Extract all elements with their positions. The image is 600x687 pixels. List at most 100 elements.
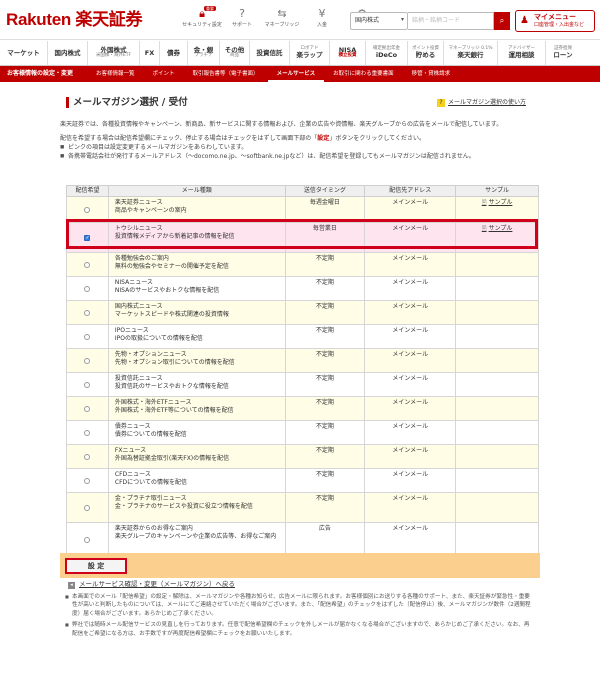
mail-type-cell: FXニュース 外国為替証拠金取引(楽天FX)の情報を配信 [107, 444, 286, 469]
timing-cell: 不定期 [284, 348, 366, 373]
back-link[interactable]: ◂ メールサービス確認・変更（メールマガジン）へ戻る [68, 580, 235, 589]
gnav-item-ideco[interactable]: 確定拠出年金 iDeCo [366, 41, 408, 65]
timing-cell: 不定期 [284, 300, 366, 325]
opt-in-cell [66, 492, 109, 523]
tab-points[interactable]: ポイント [144, 66, 184, 82]
tab-important-documents[interactable]: お取引に関わる重要書面 [324, 66, 403, 82]
sample-cell [455, 492, 539, 523]
instruction-prefix: 配信を希望する場合は配信希望欄にチェック、停止する場合はチェックをはずして画面下… [60, 134, 318, 142]
sample-cell [455, 396, 539, 421]
help-link[interactable]: ? メールマガジン選択の使い方 [437, 99, 526, 107]
gnav-label: 投資信託 [256, 48, 283, 57]
intro-paragraph: 楽天証券では、各種投資情報やキャンペーン、新商品、新サービスに関する情報および、… [60, 121, 503, 128]
table-row: ✓ トウシルニュース 投資情報メディアから新着記事の情報を配信 毎営業日 メインメール 🗎… [66, 222, 539, 253]
mymenu-label: マイメニュー [534, 13, 576, 21]
gnav-label: マーケット [7, 48, 40, 57]
mail-type-name: 外国株式・海外ETFニュース [114, 399, 192, 406]
gnav-item-rakuwrap[interactable]: ロボアド 楽ラップ [290, 41, 330, 65]
tab-transfer[interactable]: 移管・貸株請求 [403, 66, 460, 82]
opt-in-checkbox[interactable] [84, 207, 91, 214]
sample-link[interactable]: 🗎︎ サンプル [482, 225, 513, 232]
mail-type-cell: CFDニュース CFDについての情報を配信 [107, 468, 286, 493]
opt-in-checkbox[interactable] [84, 505, 91, 512]
mail-type-name: NISAニュース [114, 279, 153, 286]
opt-in-checkbox[interactable] [84, 430, 91, 437]
sample-link[interactable]: 🗎︎ サンプル [482, 199, 513, 206]
opt-in-checkbox[interactable] [84, 536, 91, 543]
opt-in-checkbox[interactable] [84, 406, 91, 413]
opt-in-checkbox[interactable] [84, 454, 91, 461]
instruction-highlight: 設定 [317, 134, 330, 142]
timing-cell: 不定期 [284, 276, 366, 301]
sub-nav: お客様情報の設定・変更 お客様情報一覧 ポイント 取引報告書等（電子書面） メー… [0, 66, 600, 82]
security-settings-link[interactable]: 🔒︎ 重要 セキュリティ設定 [182, 6, 222, 28]
gnav-item-points[interactable]: ポイント投資 貯める [408, 41, 444, 65]
rakuten-logo[interactable]: Rakuten 楽天証券 [6, 9, 143, 30]
gnav-item-money-bridge[interactable]: マネーブリッジ 0.1% 楽天銀行 [444, 41, 498, 65]
tab-customer-info[interactable]: お客様情報一覧 [87, 66, 144, 82]
gnav-item-other[interactable]: その他 商品 [220, 41, 250, 65]
col-header: メール種類 [107, 185, 286, 197]
table-row: 各種勉強会のご案内 無料の勉強会やセミナーの開催予定を配信 不定期 メインメール [66, 252, 539, 277]
money-bridge-label: マネーブリッジ [264, 22, 300, 28]
gnav-item-gold[interactable]: 金・銀 プラチナ [188, 41, 220, 65]
search-input[interactable]: 銘柄・銘柄コード [408, 12, 494, 30]
intro-text: 楽天証券では、各種投資情報やキャンペーン、新商品、新サービスに関する情報および、… [60, 121, 540, 162]
opt-in-checkbox[interactable] [84, 382, 91, 389]
opt-in-checkbox[interactable] [84, 334, 91, 341]
search-scope-select[interactable]: 国内株式 ▾ [350, 12, 408, 30]
mail-type-cell: 債券ニュース 債券についての情報を配信 [107, 420, 286, 445]
support-link[interactable]: ? サポート [222, 6, 262, 28]
gnav-item-market[interactable]: マーケット [0, 41, 48, 65]
mymenu-button[interactable]: ♟ マイメニュー 口座管理・入出金など [515, 10, 595, 32]
search-button[interactable]: ⌕ [494, 12, 510, 30]
tab-mail-service[interactable]: メールサービス [267, 66, 325, 82]
address-cell: メインメール [364, 300, 457, 325]
mail-type-desc: NISAのサービスやおトクな情報を配信 [114, 287, 220, 295]
opt-in-checkbox[interactable] [84, 478, 91, 485]
gnav-label: iDeCo [375, 50, 398, 59]
help-icon: ? [437, 99, 445, 107]
gnav-item-bond[interactable]: 債券 [160, 41, 188, 65]
gnav-label: 楽ラップ [296, 50, 323, 59]
gnav-item-nisa[interactable]: NISA 積立投資 [330, 41, 366, 65]
bridge-icon: ⇆ [277, 7, 287, 20]
gnav-item-domestic-stock[interactable]: 国内株式 [48, 41, 88, 65]
gnav-item-fx[interactable]: FX [140, 41, 160, 65]
gnav-item-fund[interactable]: 投資信託 [250, 41, 290, 65]
chevron-down-icon: ▾ [400, 16, 404, 23]
mail-type-name: 先物・オプションニュース [114, 351, 187, 358]
sample-cell [455, 372, 539, 397]
opt-in-checkbox[interactable] [84, 262, 91, 269]
gnav-item-loan[interactable]: 証券担保 ローン [546, 41, 580, 65]
opt-in-checkbox[interactable]: ✓ [84, 235, 91, 242]
opt-in-checkbox[interactable] [84, 358, 91, 365]
deposit-link[interactable]: ¥ 入金 [302, 6, 342, 28]
sample-cell [455, 468, 539, 493]
address-cell: メインメール [364, 252, 457, 277]
opt-in-cell [66, 348, 109, 373]
mail-type-desc: 外国為替証拠金取引(楽天FX)の情報を配信 [114, 455, 230, 463]
arrow-left-icon: ◂ [68, 582, 75, 589]
opt-in-checkbox[interactable] [84, 286, 91, 293]
money-bridge-link[interactable]: ⇆ マネーブリッジ [262, 6, 302, 28]
mail-type-name: 各種勉強会のご案内 [114, 255, 169, 262]
set-button[interactable]: 設 定 [65, 558, 127, 574]
gnav-item-foreign-stock[interactable]: 外国株式 米国株・海外ETF [88, 41, 140, 65]
opt-in-checkbox[interactable] [84, 310, 91, 317]
gnav-item-advisor[interactable]: アドバイザー 運用相談 [498, 41, 546, 65]
mail-type-name: 楽天証券ニュース [114, 199, 163, 206]
mail-type-cell: IPOニュース IPOの取扱についての情報を配信 [107, 324, 286, 349]
mail-type-cell: 各種勉強会のご案内 無料の勉強会やセミナーの開催予定を配信 [107, 252, 286, 277]
sample-cell [455, 252, 539, 277]
mail-type-desc: 外国株式・海外ETF等についての情報を配信 [114, 407, 234, 415]
important-badge: 重要 [204, 6, 216, 11]
tab-e-documents[interactable]: 取引報告書等（電子書面） [184, 66, 268, 82]
col-header: 送信タイミング [284, 185, 366, 197]
timing-cell: 不定期 [284, 372, 366, 397]
table-row: CFDニュース CFDについての情報を配信 不定期 メインメール [66, 468, 539, 493]
table-header-row: 配信希望 メール種類 送信タイミング 配信先アドレス サンプル [66, 185, 539, 197]
opt-in-cell [66, 324, 109, 349]
table-row: FXニュース 外国為替証拠金取引(楽天FX)の情報を配信 不定期 メインメール [66, 444, 539, 469]
gnav-label: 運用相談 [508, 50, 535, 59]
